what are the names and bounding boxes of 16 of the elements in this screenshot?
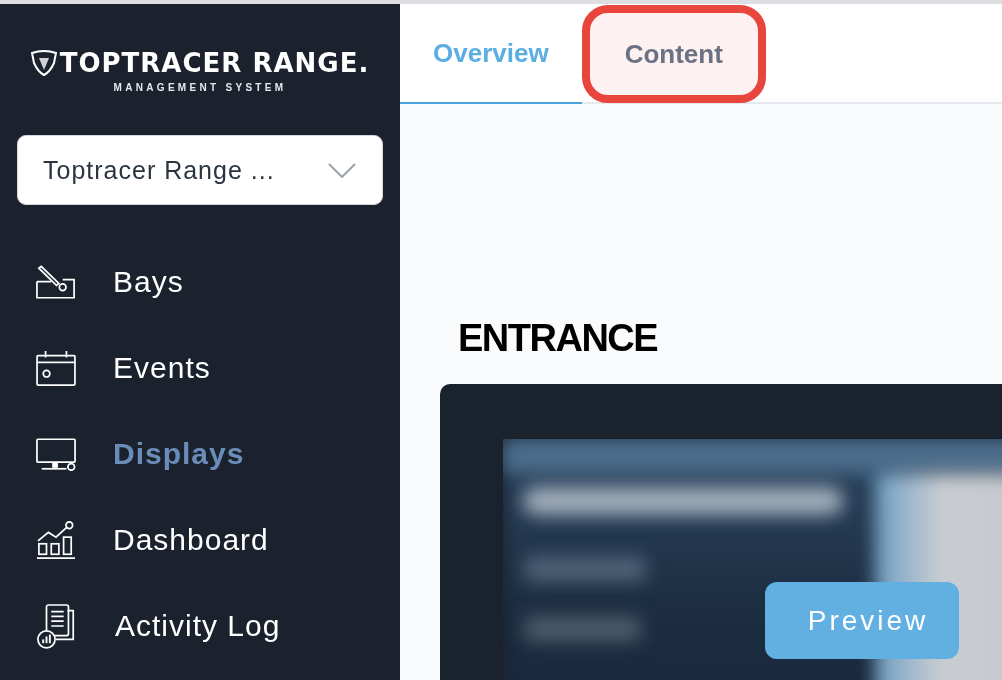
nav-item[interactable]: Activity Log <box>36 602 281 650</box>
golf-club-tray-icon <box>36 264 76 300</box>
section-title: ENTRANCE <box>458 316 659 360</box>
nav-item[interactable]: Dashboard <box>36 516 269 564</box>
shield-logo-icon <box>30 50 57 76</box>
tab[interactable]: Content <box>581 5 766 103</box>
bar-chart-icon <box>36 521 76 559</box>
chevron-down-icon <box>328 162 356 178</box>
monitor-icon <box>36 437 76 471</box>
logo-subtitle: MANAGEMENT SYSTEM <box>113 82 287 94</box>
calendar-icon <box>36 350 76 386</box>
nav-item[interactable]: Bays <box>36 258 184 306</box>
nav-item[interactable]: Events <box>36 344 211 392</box>
logo-wordmark: TOPTRACER RANGE. <box>59 48 370 78</box>
nav-item[interactable]: Displays <box>36 430 245 478</box>
site-dropdown[interactable]: Toptracer Range ... <box>17 135 383 205</box>
